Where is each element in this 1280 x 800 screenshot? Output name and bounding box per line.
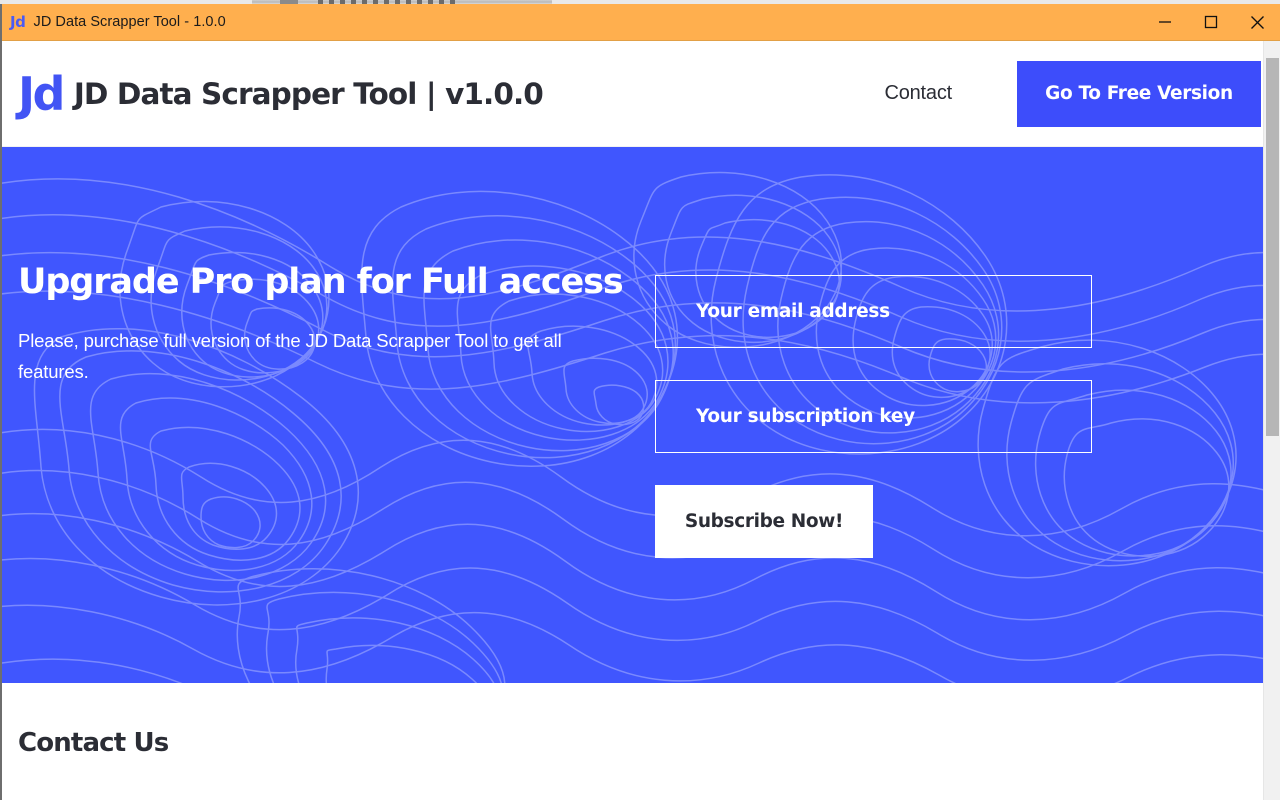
nav-item-contact[interactable]: Contact xyxy=(884,82,952,105)
hero-copy: Upgrade Pro plan for Full access Please,… xyxy=(18,262,633,387)
subscription-form: Subscribe Now! xyxy=(655,275,1092,558)
scrollbar-thumb[interactable] xyxy=(1266,58,1279,436)
hero-subtitle: Please, purchase full version of the JD … xyxy=(18,330,562,383)
go-to-free-version-button[interactable]: Go To Free Version xyxy=(1017,60,1261,127)
contact-section: Contact Us xyxy=(2,683,1280,796)
app-logo-icon: Jd xyxy=(10,13,26,31)
brand-logo-icon: Jd xyxy=(18,66,65,121)
window-title: JD Data Scrapper Tool - 1.0.0 xyxy=(33,14,226,30)
page-title: JD Data Scrapper Tool | v1.0.0 xyxy=(73,76,544,111)
subscription-key-field[interactable] xyxy=(655,380,1092,453)
contact-heading: Contact Us xyxy=(18,728,169,758)
close-button[interactable] xyxy=(1234,4,1280,41)
maximize-icon xyxy=(1204,15,1218,29)
application-window: Jd JD Data Scrapper Tool - 1.0.0 Jd JD D… xyxy=(0,4,1280,800)
vertical-scrollbar[interactable] xyxy=(1263,41,1280,800)
hero-section: Upgrade Pro plan for Full access Please,… xyxy=(2,147,1280,683)
hero-content: Upgrade Pro plan for Full access Please,… xyxy=(2,147,1280,683)
site-header: Jd JD Data Scrapper Tool | v1.0.0 Contac… xyxy=(2,41,1280,147)
brand[interactable]: Jd JD Data Scrapper Tool | v1.0.0 xyxy=(18,66,544,121)
maximize-button[interactable] xyxy=(1188,4,1234,41)
minimize-button[interactable] xyxy=(1142,4,1188,41)
header-nav: Contact Go To Free Version xyxy=(884,60,1280,127)
minimize-icon xyxy=(1159,21,1171,23)
subscribe-now-button[interactable]: Subscribe Now! xyxy=(655,485,873,558)
window-controls xyxy=(1142,4,1280,41)
close-icon xyxy=(1250,15,1264,29)
email-field[interactable] xyxy=(655,275,1092,348)
title-bar: Jd JD Data Scrapper Tool - 1.0.0 xyxy=(2,4,1280,41)
hero-title: Upgrade Pro plan for Full access xyxy=(18,262,624,302)
